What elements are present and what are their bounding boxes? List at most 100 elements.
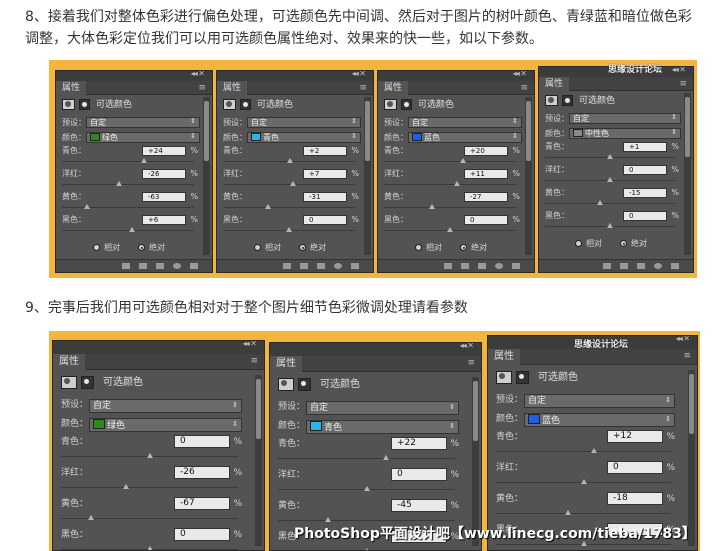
yellow-value-input[interactable]: -15 — [623, 188, 667, 198]
relative-radio[interactable] — [415, 244, 422, 251]
reset-icon[interactable] — [478, 263, 486, 269]
scrollbar-thumb[interactable] — [365, 101, 370, 161]
magenta-value-input[interactable]: +11 — [464, 169, 508, 179]
cyan-slider-thumb[interactable] — [607, 154, 613, 159]
layer-mask-icon[interactable] — [81, 376, 94, 389]
preset-dropdown[interactable]: 自定 ⇕ — [86, 117, 200, 128]
tab-properties[interactable]: 属性 — [56, 81, 87, 95]
relative-radio[interactable] — [575, 240, 582, 247]
magenta-slider-track[interactable] — [545, 177, 675, 182]
yellow-slider-track[interactable] — [278, 517, 455, 522]
absolute-radio[interactable] — [299, 244, 306, 251]
scrollbar-thumb[interactable] — [256, 379, 261, 439]
black-slider-thumb[interactable] — [286, 227, 292, 232]
yellow-slider-thumb[interactable] — [428, 204, 435, 209]
cyan-slider-track[interactable] — [278, 455, 455, 460]
layer-mask-icon[interactable] — [240, 99, 251, 110]
yellow-slider-thumb[interactable] — [88, 515, 95, 520]
visibility-eye-icon[interactable] — [334, 263, 342, 269]
magenta-slider-track[interactable] — [496, 479, 671, 484]
layer-mask-icon[interactable] — [401, 99, 412, 110]
delete-trash-icon[interactable] — [351, 263, 359, 269]
reset-icon[interactable] — [317, 263, 325, 269]
view-previous-icon[interactable] — [461, 263, 469, 269]
panel-titlebar[interactable]: ◂◂ ✕ — [378, 71, 534, 81]
yellow-value-input[interactable]: -27 — [464, 192, 508, 202]
delete-trash-icon[interactable] — [190, 263, 198, 269]
collapse-close-icon[interactable]: ◂◂ ✕ — [243, 341, 257, 348]
cyan-slider-thumb[interactable] — [146, 453, 153, 458]
adjustment-mask-icon[interactable] — [62, 99, 75, 110]
cyan-slider-track[interactable] — [496, 448, 671, 453]
cyan-value-input[interactable]: +20 — [464, 146, 508, 156]
black-slider-track[interactable] — [62, 227, 194, 232]
tab-properties[interactable]: 属性 — [488, 349, 520, 365]
panel-scrollbar[interactable] — [364, 97, 371, 255]
scrollbar-thumb[interactable] — [473, 381, 478, 441]
black-slider-thumb[interactable] — [447, 227, 453, 232]
cyan-slider-thumb[interactable] — [591, 448, 597, 453]
yellow-slider-thumb[interactable] — [84, 204, 91, 209]
visibility-eye-icon[interactable] — [173, 263, 181, 269]
visibility-eye-icon[interactable] — [495, 263, 503, 269]
magenta-slider-track[interactable] — [62, 181, 194, 186]
collapse-close-icon[interactable]: ◂◂ ✕ — [352, 71, 366, 78]
layer-mask-icon[interactable] — [562, 95, 573, 106]
color-dropdown[interactable]: 中性色 ⇕ — [569, 128, 681, 139]
magenta-value-input[interactable]: 0 — [607, 461, 663, 474]
magenta-value-input[interactable]: 0 — [391, 468, 447, 481]
black-slider-thumb[interactable] — [128, 227, 135, 232]
magenta-slider-thumb[interactable] — [363, 486, 370, 491]
absolute-radio[interactable] — [460, 244, 467, 251]
magenta-slider-thumb[interactable] — [453, 181, 460, 186]
magenta-slider-track[interactable] — [223, 181, 355, 186]
black-slider-track[interactable] — [496, 541, 671, 546]
yellow-slider-track[interactable] — [223, 204, 355, 209]
layer-mask-icon[interactable] — [79, 99, 90, 110]
panel-titlebar[interactable]: ◂◂ ✕ — [53, 341, 264, 354]
magenta-value-input[interactable]: -26 — [142, 169, 186, 179]
panel-titlebar[interactable]: ◂◂ ✕ — [270, 343, 481, 356]
clip-to-layer-icon[interactable] — [283, 263, 291, 269]
clip-to-layer-icon[interactable] — [122, 263, 130, 269]
yellow-value-input[interactable]: -45 — [391, 499, 447, 512]
panel-titlebar[interactable]: ◂◂ ✕ — [217, 71, 373, 81]
cyan-value-input[interactable]: +1 — [623, 142, 667, 152]
magenta-value-input[interactable]: -26 — [174, 466, 230, 479]
reset-icon[interactable] — [637, 263, 645, 269]
panel-menu-icon[interactable]: ≡ — [679, 78, 687, 90]
preset-dropdown[interactable]: 自定 ⇕ — [247, 117, 361, 128]
view-previous-icon[interactable] — [300, 263, 308, 269]
color-dropdown[interactable]: 蓝色 ⇕ — [524, 413, 675, 427]
reset-icon[interactable] — [156, 263, 164, 269]
tab-properties[interactable]: 属性 — [539, 77, 570, 91]
panel-scrollbar[interactable] — [684, 93, 691, 255]
preset-dropdown[interactable]: 自定 ⇕ — [524, 394, 675, 408]
preset-dropdown[interactable]: 自定 ⇕ — [306, 401, 459, 415]
panel-titlebar[interactable]: ◂◂ ✕ — [56, 71, 212, 81]
adjustment-mask-icon[interactable] — [61, 376, 77, 389]
relative-radio[interactable] — [254, 244, 261, 251]
panel-menu-icon[interactable]: ≡ — [683, 350, 691, 362]
adjustment-mask-icon[interactable] — [496, 371, 512, 384]
panel-menu-icon[interactable]: ≡ — [359, 82, 367, 94]
view-previous-icon[interactable] — [620, 263, 628, 269]
panel-scrollbar[interactable] — [472, 377, 479, 546]
color-dropdown[interactable]: 青色 ⇕ — [306, 420, 459, 434]
preset-dropdown[interactable]: 自定 ⇕ — [89, 399, 242, 413]
magenta-slider-thumb[interactable] — [607, 177, 613, 182]
panel-menu-icon[interactable]: ≡ — [520, 82, 528, 94]
collapse-close-icon[interactable]: ◂◂ ✕ — [191, 71, 205, 78]
delete-trash-icon[interactable] — [512, 263, 520, 269]
adjustment-mask-icon[interactable] — [223, 99, 236, 110]
black-slider-track[interactable] — [61, 546, 238, 550]
black-value-input[interactable]: 0 — [174, 528, 230, 541]
black-value-input[interactable]: 0 — [464, 215, 508, 225]
yellow-slider-track[interactable] — [496, 510, 671, 515]
scrollbar-thumb[interactable] — [689, 374, 694, 434]
cyan-slider-thumb[interactable] — [287, 158, 294, 163]
clip-to-layer-icon[interactable] — [603, 263, 611, 269]
magenta-slider-thumb[interactable] — [289, 181, 296, 186]
yellow-slider-thumb[interactable] — [596, 200, 603, 205]
collapse-close-icon[interactable]: ◂◂ ✕ — [672, 67, 686, 74]
